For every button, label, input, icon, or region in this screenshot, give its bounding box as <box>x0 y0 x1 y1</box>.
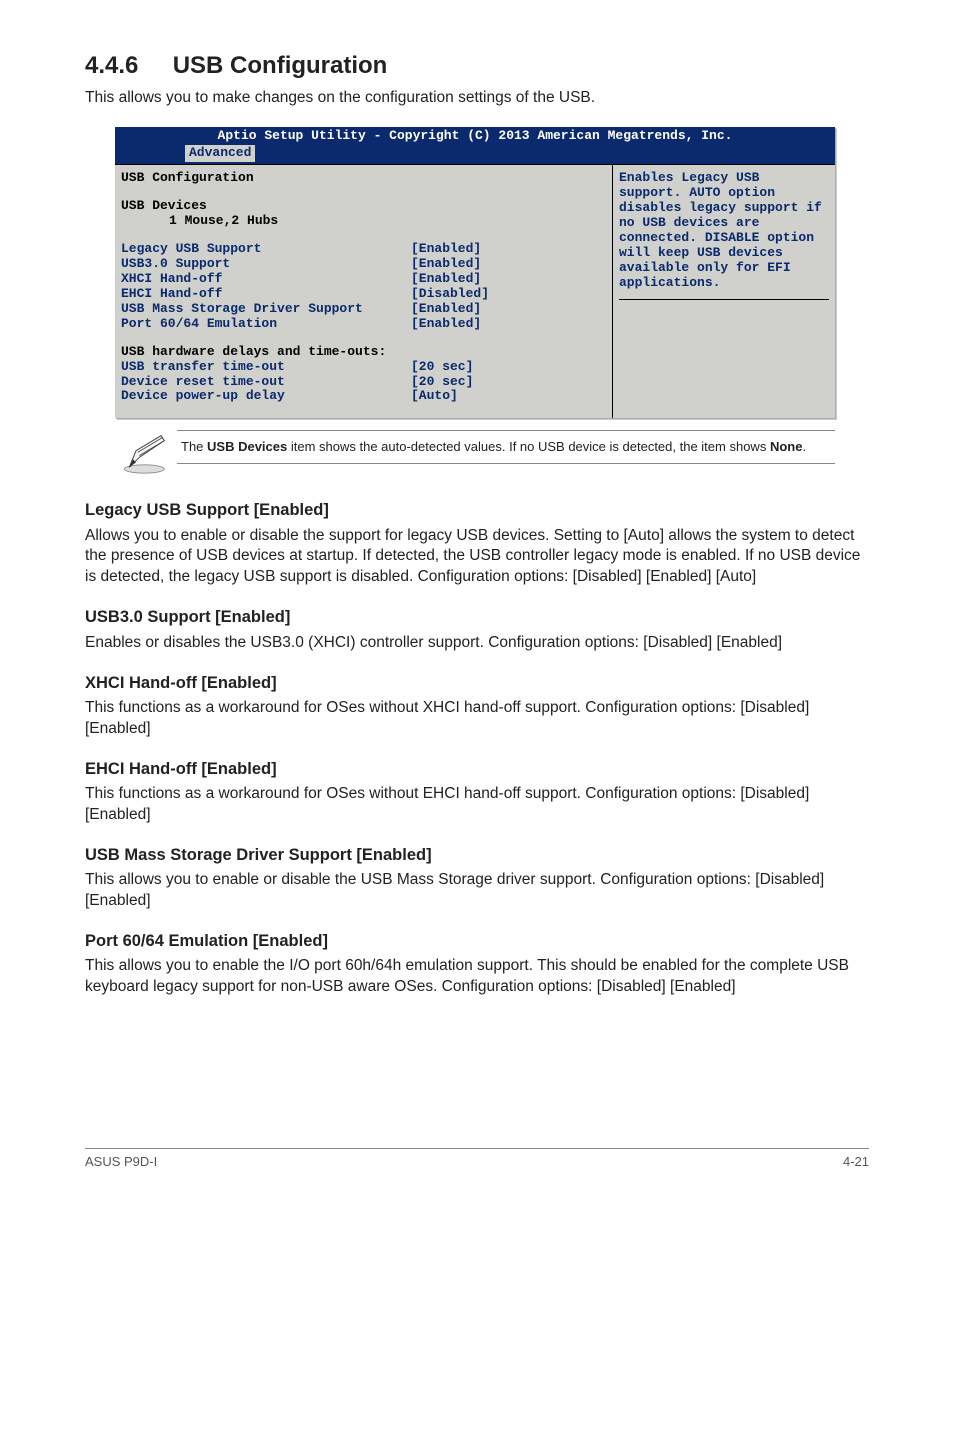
page-footer: ASUS P9D-I 4-21 <box>85 1148 869 1171</box>
bios-left-pane: USB Configuration USB Devices 1 Mouse,2 … <box>115 165 613 418</box>
option-row: XHCI Hand-off[Enabled] <box>121 272 606 287</box>
note-text: The USB Devices item shows the auto-dete… <box>177 430 835 464</box>
option-row: EHCI Hand-off[Disabled] <box>121 287 606 302</box>
option-row: USB Mass Storage Driver Support[Enabled] <box>121 302 606 317</box>
option-value: [Disabled] <box>411 287 489 302</box>
bios-screenshot: Aptio Setup Utility - Copyright (C) 2013… <box>115 127 835 418</box>
bios-help-pane: Enables Legacy USB support. AUTO option … <box>613 165 835 418</box>
option-label: Device reset time-out <box>121 375 411 390</box>
subsection-body: This allows you to enable or disable the… <box>85 870 869 912</box>
heading-title: USB Configuration <box>173 52 388 79</box>
note-pre: The <box>181 439 207 454</box>
subsection-body: This functions as a workaround for OSes … <box>85 784 869 826</box>
subsection-title: XHCI Hand-off [Enabled] <box>85 672 869 694</box>
option-value: [Enabled] <box>411 272 481 287</box>
note-pencil-icon <box>115 430 177 481</box>
option-row: USB3.0 Support[Enabled] <box>121 257 606 272</box>
subsection-body: This allows you to enable the I/O port 6… <box>85 956 869 998</box>
subsection-title: Port 60/64 Emulation [Enabled] <box>85 930 869 952</box>
subsection-body: Allows you to enable or disable the supp… <box>85 526 869 589</box>
section-heading: 4.4.6 USB Configuration <box>85 50 869 82</box>
bios-section-title: USB Configuration <box>121 171 606 186</box>
hw-section-title: USB hardware delays and time-outs: <box>121 345 606 360</box>
note-post: . <box>802 439 806 454</box>
option-label: EHCI Hand-off <box>121 287 411 302</box>
bios-tab-row: Advanced <box>115 145 835 162</box>
note-bold-1: USB Devices <box>207 439 287 454</box>
subsection-body: Enables or disables the USB3.0 (XHCI) co… <box>85 633 869 654</box>
option-label: USB Mass Storage Driver Support <box>121 302 411 317</box>
option-row: Legacy USB Support[Enabled] <box>121 242 606 257</box>
note-bold-2: None <box>770 439 803 454</box>
intro-text: This allows you to make changes on the c… <box>85 88 869 109</box>
footer-product: ASUS P9D-I <box>85 1153 157 1171</box>
option-value: [Auto] <box>411 389 458 404</box>
usb-devices-value: 1 Mouse,2 Hubs <box>121 214 606 229</box>
note-callout: The USB Devices item shows the auto-dete… <box>115 430 835 481</box>
option-row: Port 60/64 Emulation[Enabled] <box>121 317 606 332</box>
option-label: Port 60/64 Emulation <box>121 317 411 332</box>
bios-body: USB Configuration USB Devices 1 Mouse,2 … <box>115 164 835 418</box>
heading-number: 4.4.6 <box>85 50 138 82</box>
option-label: Legacy USB Support <box>121 242 411 257</box>
option-row: Device power-up delay[Auto] <box>121 389 606 404</box>
option-value: [Enabled] <box>411 257 481 272</box>
subsection-title: USB3.0 Support [Enabled] <box>85 606 869 628</box>
option-row: USB transfer time-out[20 sec] <box>121 360 606 375</box>
subsection-body: This functions as a workaround for OSes … <box>85 698 869 740</box>
bios-title-bar: Aptio Setup Utility - Copyright (C) 2013… <box>115 127 835 145</box>
option-label: USB transfer time-out <box>121 360 411 375</box>
option-label: Device power-up delay <box>121 389 411 404</box>
option-label: XHCI Hand-off <box>121 272 411 287</box>
usb-devices-label: USB Devices <box>121 199 606 214</box>
subsection-title: USB Mass Storage Driver Support [Enabled… <box>85 844 869 866</box>
option-value: [20 sec] <box>411 360 473 375</box>
note-mid: item shows the auto-detected values. If … <box>287 439 770 454</box>
option-value: [Enabled] <box>411 302 481 317</box>
bios-header: Aptio Setup Utility - Copyright (C) 2013… <box>115 127 835 164</box>
option-value: [Enabled] <box>411 317 481 332</box>
bios-tab-advanced: Advanced <box>185 145 255 162</box>
option-label: USB3.0 Support <box>121 257 411 272</box>
footer-page-number: 4-21 <box>843 1153 869 1171</box>
option-value: [20 sec] <box>411 375 473 390</box>
subsection-title: EHCI Hand-off [Enabled] <box>85 758 869 780</box>
option-value: [Enabled] <box>411 242 481 257</box>
option-row: Device reset time-out[20 sec] <box>121 375 606 390</box>
bios-help-text: Enables Legacy USB support. AUTO option … <box>619 171 829 297</box>
subsection-title: Legacy USB Support [Enabled] <box>85 499 869 521</box>
